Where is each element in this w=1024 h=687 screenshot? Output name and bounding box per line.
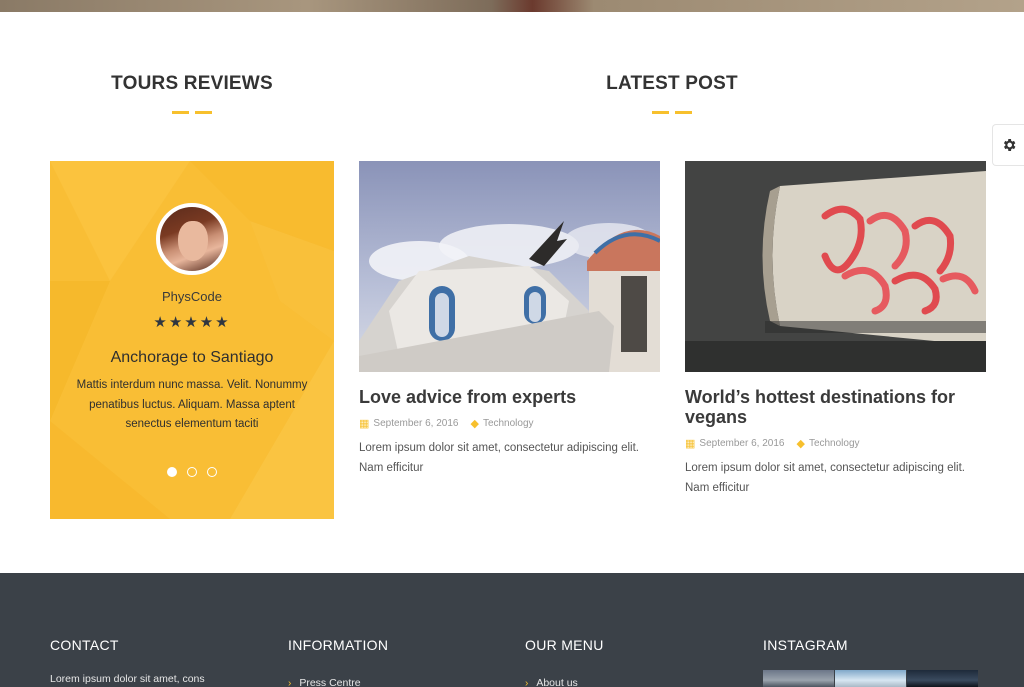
post-card-1: Love advice from experts ▦ September 6, …	[359, 161, 660, 478]
reviewer-name: PhysCode	[162, 289, 222, 304]
reviewer-face	[178, 221, 208, 261]
post-2-excerpt: Lorem ipsum dolor sit amet, consectetur …	[685, 462, 965, 494]
footer-link-label: About us	[536, 677, 578, 687]
post-2-meta: ▦ September 6, 2016 ◆ Technology	[685, 437, 986, 450]
carousel-dots	[50, 464, 334, 482]
footer-our-menu: OUR MENU	[525, 637, 604, 653]
footer-link-about-us[interactable]: › About us	[525, 677, 578, 687]
calendar-icon: ▦	[359, 418, 370, 430]
instagram-photo-2[interactable]	[835, 670, 906, 687]
tag-icon: ◆	[470, 418, 479, 430]
review-title: Anchorage to Santiago	[110, 349, 274, 366]
tag-icon: ◆	[796, 438, 805, 450]
post-2-category[interactable]: Technology	[809, 438, 860, 449]
post-2-title[interactable]: World’s hottest destinations for vegans	[685, 387, 986, 427]
post-2-illustration	[685, 161, 986, 372]
post-1-meta: ▦ September 6, 2016 ◆ Technology	[359, 417, 660, 430]
settings-tab[interactable]	[992, 124, 1024, 166]
post-1-image[interactable]	[359, 161, 660, 372]
footer-contact-heading: CONTACT	[50, 637, 119, 653]
post-card-2: World’s hottest destinations for vegans …	[685, 161, 986, 498]
post-1-illustration	[359, 161, 660, 372]
carousel-dot-3[interactable]	[207, 467, 218, 477]
carousel-dot-2[interactable]	[187, 467, 197, 477]
gear-icon	[1003, 139, 1015, 151]
post-1-excerpt: Lorem ipsum dolor sit amet, consectetur …	[359, 442, 639, 474]
post-1-date: September 6, 2016	[373, 418, 459, 429]
footer-instagram: INSTAGRAM	[763, 637, 848, 653]
footer-our-menu-heading: OUR MENU	[525, 637, 604, 653]
calendar-icon: ▦	[685, 438, 696, 450]
chevron-right-icon: ›	[525, 678, 529, 687]
latest-post-underline	[652, 111, 692, 114]
footer-information: INFORMATION	[288, 637, 388, 653]
reviewer-avatar	[156, 203, 228, 275]
latest-post-title: LATEST POST	[606, 73, 738, 94]
instagram-photo-3[interactable]	[907, 670, 978, 687]
post-1-category[interactable]: Technology	[483, 418, 534, 429]
instagram-grid	[763, 670, 979, 687]
post-1-title[interactable]: Love advice from experts	[359, 387, 660, 407]
rating-stars: ★★★★★	[153, 314, 231, 331]
footer-instagram-heading: INSTAGRAM	[763, 637, 848, 653]
footer-link-label: Press Centre	[299, 677, 361, 687]
tours-reviews-title: TOURS REVIEWS	[111, 73, 273, 94]
footer-information-heading: INFORMATION	[288, 637, 389, 653]
post-2-image[interactable]	[685, 161, 986, 372]
review-text: Mattis interdum nunc massa. Velit. Nonum…	[76, 379, 308, 430]
tours-reviews-underline	[172, 111, 212, 114]
carousel-dot-1[interactable]	[166, 467, 177, 477]
footer-contact: CONTACT	[50, 637, 119, 653]
instagram-photo-1[interactable]	[763, 670, 834, 687]
review-card: PhysCode ★★★★★ Anchorage to Santiago Mat…	[50, 161, 334, 519]
hero-image-bottom-strip	[0, 0, 1024, 12]
footer-link-press-centre[interactable]: › Press Centre	[288, 677, 361, 687]
post-2-date: September 6, 2016	[699, 438, 785, 449]
chevron-right-icon: ›	[288, 678, 292, 687]
footer-contact-text: Lorem ipsum dolor sit amet, cons	[50, 673, 205, 685]
